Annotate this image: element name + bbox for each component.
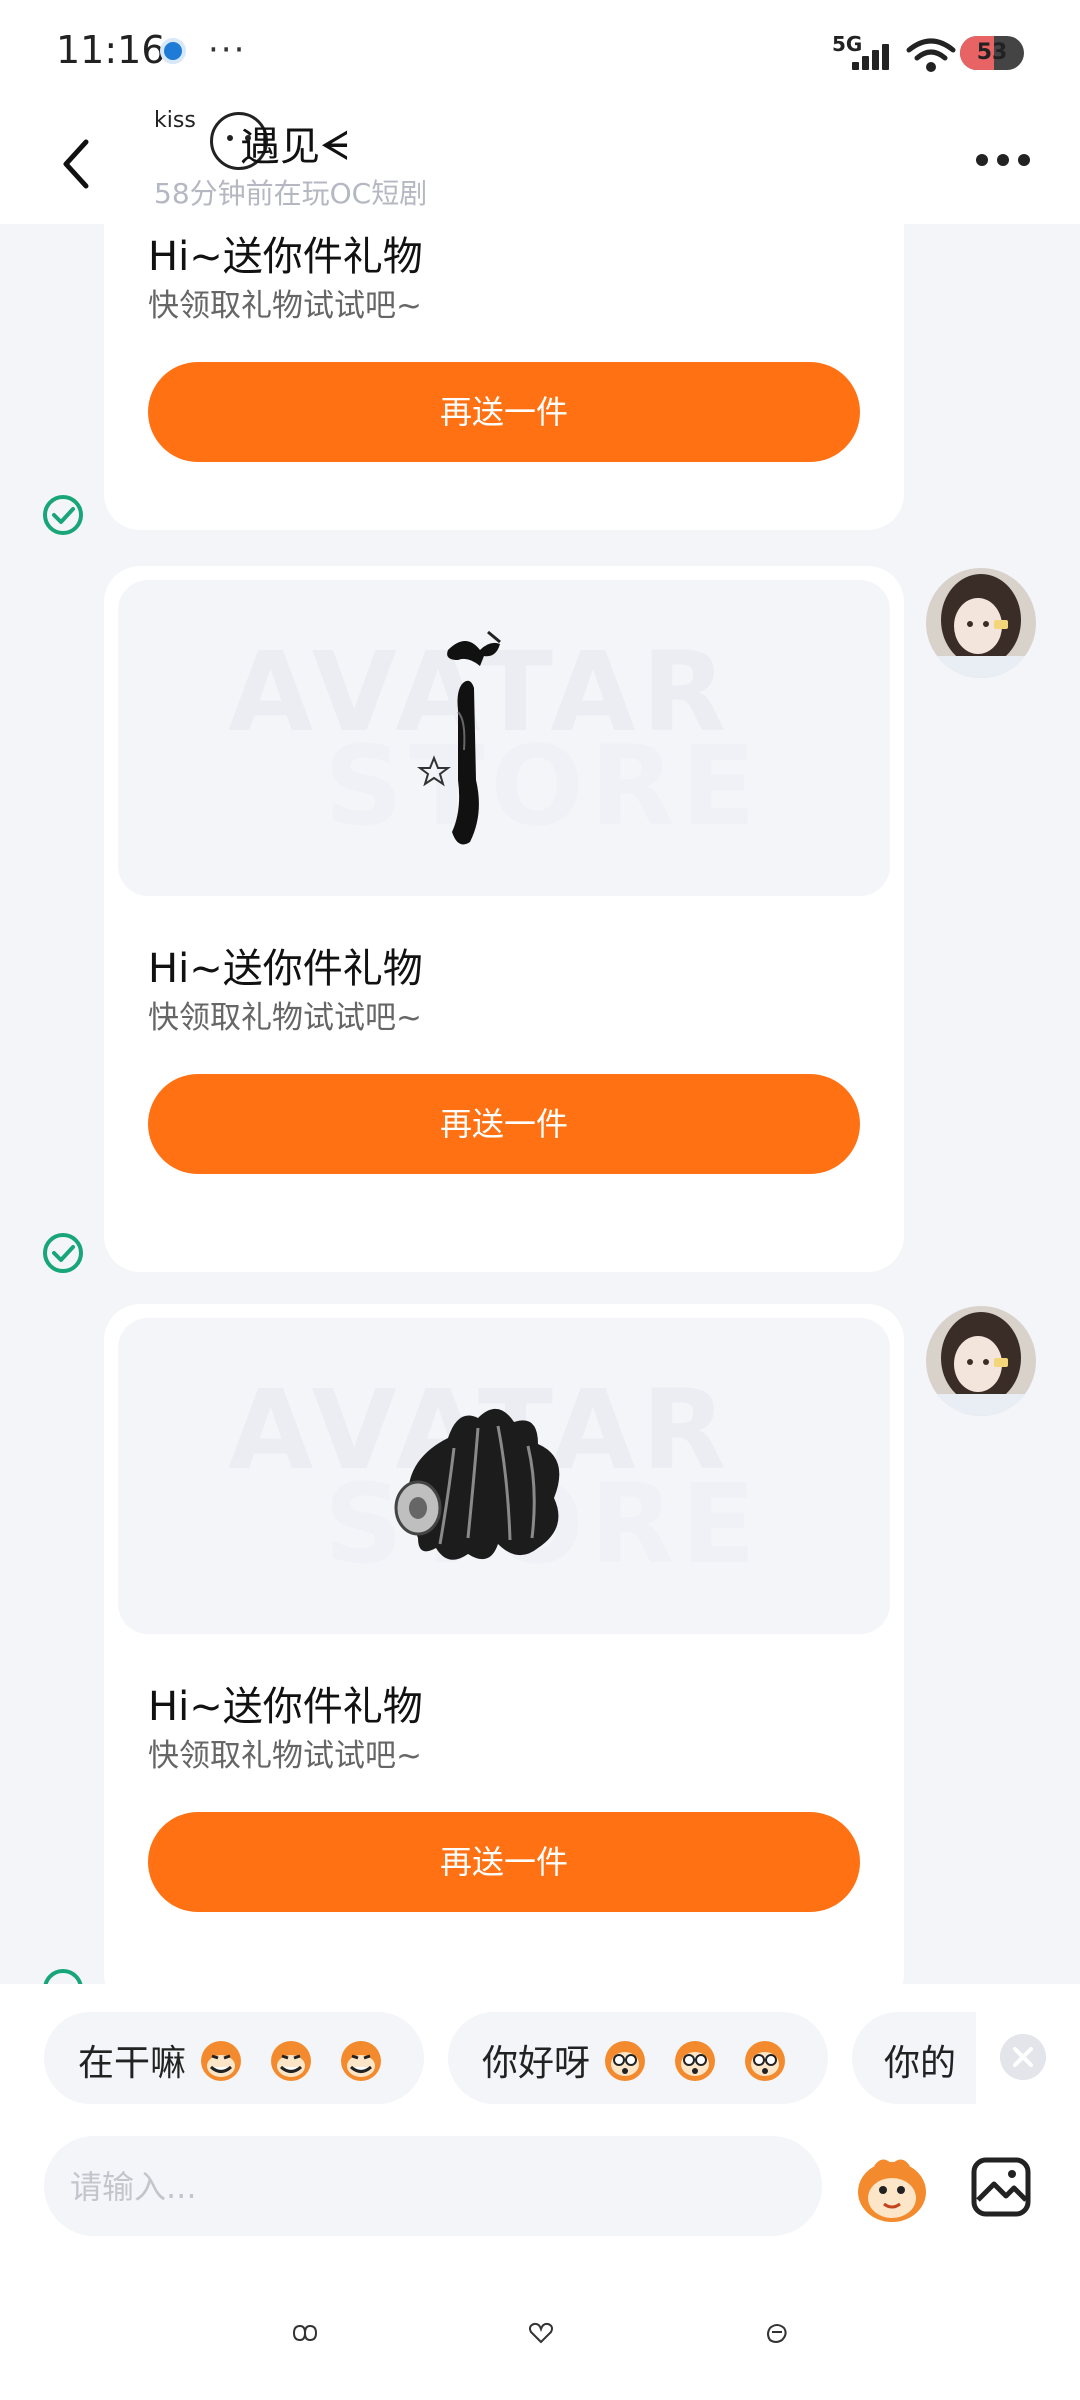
battery-level: 53 <box>976 40 1008 65</box>
message-input[interactable] <box>68 2136 792 2238</box>
quick-reply-text: 在干嘛 <box>78 2043 187 2084</box>
message-input-box[interactable] <box>44 2136 822 2238</box>
contact-name[interactable]: 遇见ᗕ <box>240 114 349 172</box>
gift-image[interactable]: AVATAR STORE <box>118 1318 890 1634</box>
battery-indicator: 53 <box>960 36 1024 70</box>
gift-subtitle: 快领取礼物试试吧~ <box>148 1000 422 1036</box>
image-icon[interactable] <box>970 2156 1032 2218</box>
wifi-icon <box>906 38 956 72</box>
send-again-button[interactable]: 再送一件 <box>148 362 860 462</box>
signal-icon <box>852 40 898 70</box>
monkey-emoji-icon <box>605 2041 645 2081</box>
quick-reply-text: 你的 <box>884 2043 957 2084</box>
quick-reply-chip[interactable]: 在干嘛 <box>44 2012 424 2104</box>
send-again-button[interactable]: 再送一件 <box>148 1812 860 1912</box>
gift-message-card: AVATAR STORE Hi~送你件礼物 快领取礼物试试吧~ 再送一件 <box>104 566 904 1272</box>
send-again-button[interactable]: 再送一件 <box>148 1074 860 1174</box>
monkey-emoji-icon <box>745 2041 785 2081</box>
close-icon[interactable] <box>1000 2034 1046 2080</box>
gift-title: Hi~送你件礼物 <box>148 234 423 280</box>
back-icon[interactable] <box>56 134 96 194</box>
camera-notification-icon <box>160 38 186 64</box>
chat-header: kiss 遇见ᗕ 58分钟前在玩OC短剧 <box>0 100 1080 224</box>
gift-image[interactable]: AVATAR STORE <box>118 580 890 896</box>
heart-nav-icon[interactable] <box>526 2320 556 2346</box>
gift-subtitle: 快领取礼物试试吧~ <box>148 1738 422 1774</box>
gift-message-card: Hi~送你件礼物 快领取礼物试试吧~ 再送一件 <box>104 224 904 530</box>
check-icon <box>43 495 83 535</box>
quick-reply-chip[interactable]: 你的 <box>852 2012 976 2104</box>
avatar[interactable] <box>926 568 1036 678</box>
status-bar: 11:16 ··· 5G 53 <box>0 0 1080 100</box>
contact-status: 58分钟前在玩OC短剧 <box>154 177 428 210</box>
quick-reply-chip[interactable]: 你好呀 <box>448 2012 828 2104</box>
monkey-emoji-icon <box>341 2041 381 2081</box>
monkey-emoji-icon <box>675 2041 715 2081</box>
status-time: 11:16 <box>56 28 166 72</box>
monkey-emoji-button-icon[interactable] <box>852 2152 932 2224</box>
check-icon <box>43 1233 83 1273</box>
hair-accessory-image <box>417 630 501 845</box>
gift-subtitle: 快领取礼物试试吧~ <box>148 288 422 324</box>
gesture-nav-icon[interactable] <box>762 2320 792 2346</box>
avatar[interactable] <box>926 1306 1036 1416</box>
kiss-label: kiss <box>154 108 196 133</box>
check-icon <box>43 1969 83 1984</box>
home-nav-icon[interactable] <box>290 2320 320 2346</box>
hair-accessory-image <box>394 1408 560 1560</box>
gift-title: Hi~送你件礼物 <box>148 1684 423 1730</box>
more-notifications-icon: ··· <box>208 30 247 70</box>
gift-message-card: AVATAR STORE Hi~送你件礼物 快领取礼物试试吧~ 再送一件 <box>104 1304 904 1984</box>
more-icon[interactable] <box>976 154 1030 168</box>
input-panel: 在干嘛 你好呀 你的 <box>0 1984 1080 2400</box>
monkey-emoji-icon <box>201 2041 241 2081</box>
monkey-emoji-icon <box>271 2041 311 2081</box>
quick-reply-text: 你好呀 <box>482 2043 591 2084</box>
gift-title: Hi~送你件礼物 <box>148 946 423 992</box>
chat-list[interactable]: Hi~送你件礼物 快领取礼物试试吧~ 再送一件 AVATAR STORE Hi~… <box>0 224 1080 1984</box>
